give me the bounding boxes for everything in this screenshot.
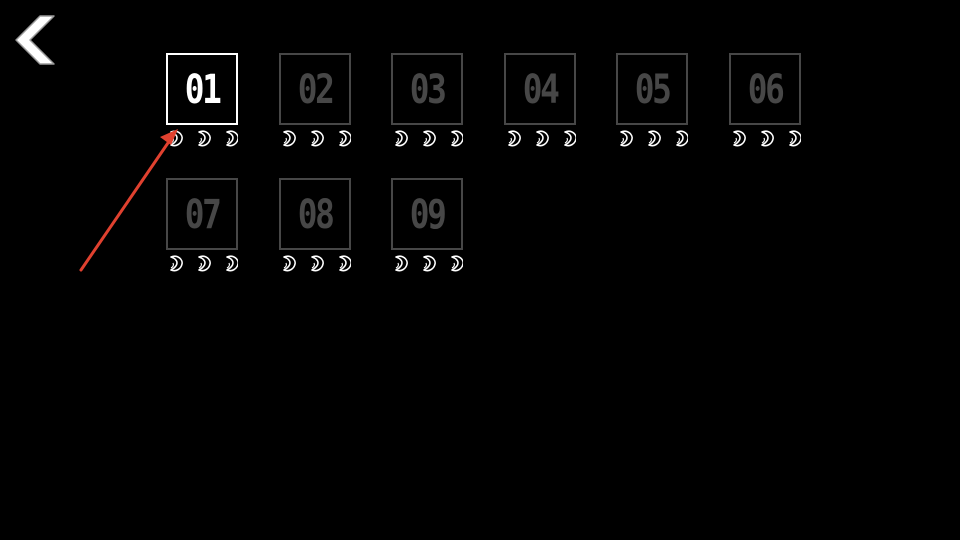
level-09[interactable]: 09 [391, 178, 463, 278]
star-empty-icon [198, 255, 211, 272]
level-tile: 04 [504, 53, 576, 125]
star-empty-icon [789, 130, 801, 147]
star-empty-icon [395, 130, 408, 147]
star-empty-icon [648, 130, 661, 147]
level-tile: 06 [729, 53, 801, 125]
level-number: 01 [184, 67, 222, 113]
level-tile: 03 [391, 53, 463, 125]
star-empty-icon [311, 255, 324, 272]
level-stars [166, 128, 238, 148]
level-tile: 09 [391, 178, 463, 250]
star-empty-icon [508, 130, 521, 147]
level-number: 04 [522, 67, 560, 113]
level-stars [504, 128, 576, 148]
level-tile: 08 [279, 178, 351, 250]
level-grid: 01 02 03 04 05 06 07 08 09 [166, 53, 816, 293]
level-tile: 01 [166, 53, 238, 125]
level-number: 05 [634, 67, 672, 113]
level-tile: 02 [279, 53, 351, 125]
star-empty-icon [733, 130, 746, 147]
star-empty-icon [761, 130, 774, 147]
level-number: 09 [409, 192, 447, 238]
star-empty-icon [283, 130, 296, 147]
star-empty-icon [339, 255, 351, 272]
star-empty-icon [226, 130, 238, 147]
level-04[interactable]: 04 [504, 53, 576, 153]
star-empty-icon [451, 255, 463, 272]
star-empty-icon [451, 130, 463, 147]
level-number: 06 [747, 67, 785, 113]
level-05[interactable]: 05 [616, 53, 688, 153]
level-stars [729, 128, 801, 148]
level-stars [279, 253, 351, 273]
level-01[interactable]: 01 [166, 53, 238, 153]
level-number: 03 [409, 67, 447, 113]
level-06[interactable]: 06 [729, 53, 801, 153]
level-number: 08 [297, 192, 335, 238]
level-03[interactable]: 03 [391, 53, 463, 153]
level-stars [391, 128, 463, 148]
level-stars [616, 128, 688, 148]
star-empty-icon [226, 255, 238, 272]
level-tile: 05 [616, 53, 688, 125]
level-02[interactable]: 02 [279, 53, 351, 153]
level-stars [391, 253, 463, 273]
star-empty-icon [283, 255, 296, 272]
star-empty-icon [198, 130, 211, 147]
star-empty-icon [536, 130, 549, 147]
star-empty-icon [676, 130, 688, 147]
star-empty-icon [620, 130, 633, 147]
star-empty-icon [170, 130, 183, 147]
star-empty-icon [395, 255, 408, 272]
level-stars [166, 253, 238, 273]
star-empty-icon [311, 130, 324, 147]
back-button[interactable] [10, 12, 62, 68]
level-08[interactable]: 08 [279, 178, 351, 278]
level-number: 02 [297, 67, 335, 113]
star-empty-icon [564, 130, 576, 147]
star-empty-icon [339, 130, 351, 147]
star-empty-icon [170, 255, 183, 272]
star-empty-icon [423, 255, 436, 272]
level-stars [279, 128, 351, 148]
level-tile: 07 [166, 178, 238, 250]
chevron-left-icon [15, 15, 55, 65]
level-number: 07 [184, 192, 222, 238]
star-empty-icon [423, 130, 436, 147]
level-07[interactable]: 07 [166, 178, 238, 278]
